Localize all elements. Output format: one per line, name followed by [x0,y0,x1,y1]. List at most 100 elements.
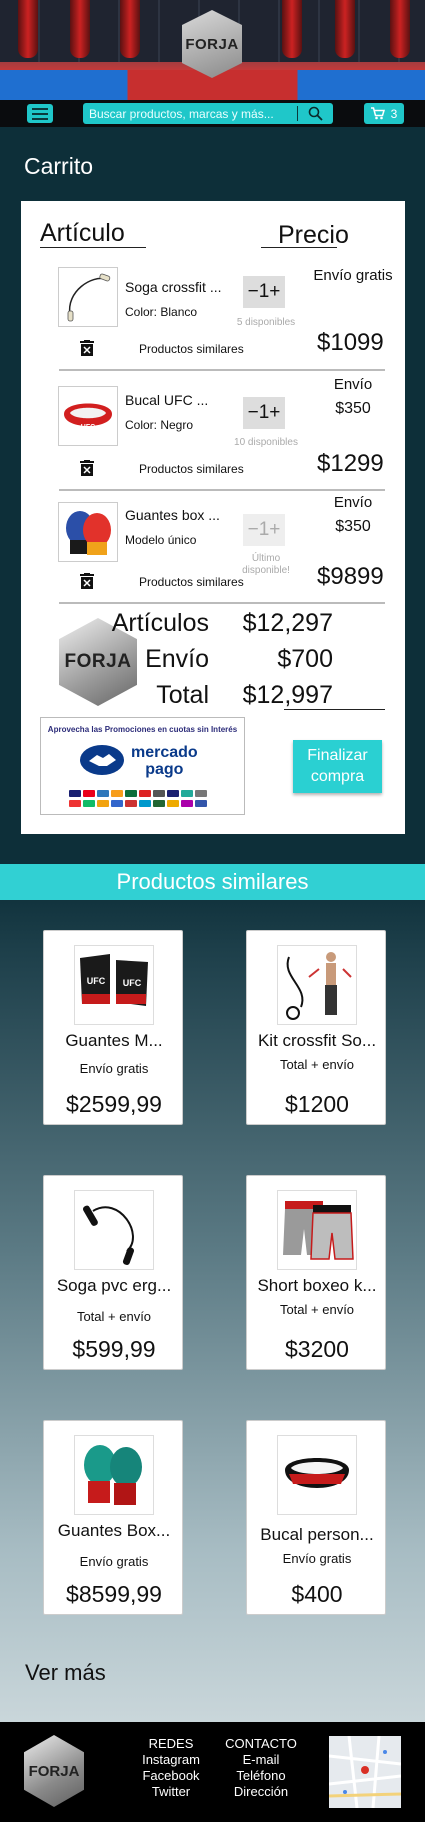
cart-item-name[interactable]: Bucal UFC ... [125,392,208,408]
qty-decrease-button: − [247,519,259,540]
product-card[interactable]: Kit crossfit So... Total + envío $1200 [246,930,386,1125]
custom-mouthguard-image [285,1458,349,1488]
qty-value: 1 [258,281,270,302]
stock-label: 10 disponibles [234,437,298,448]
similar-products-link[interactable]: Productos similares [139,575,244,589]
product-card[interactable]: Guantes Box... Envío gratis $8599,99 [43,1420,183,1615]
qty-value: 1 [258,402,270,423]
banner-punching-bag [70,0,90,58]
product-card[interactable]: Short boxeo k... Total + envío $3200 [246,1175,386,1370]
product-image [277,1190,357,1270]
shipping-total-label: Envío [145,645,209,673]
cart-item-image[interactable] [58,502,118,562]
footer-link-twitter[interactable]: Twitter [126,1784,216,1800]
qty-increase-button[interactable]: + [269,402,280,424]
trash-icon[interactable] [79,573,95,589]
mercadopago-promo[interactable]: Aprovecha las Promociones en cuotas sin … [40,717,245,815]
crossfit-kit-image [286,952,352,1020]
similar-products-link[interactable]: Productos similares [139,462,244,476]
items-total-label: Artículos [111,609,209,637]
jump-rope-image [67,273,111,322]
banner-punching-bag [390,0,410,58]
quantity-stepper: − 1 + [243,514,285,546]
footer: FORJA REDES Instagram Facebook Twitter C… [0,1722,425,1822]
see-more-link[interactable]: Ver más [25,1660,106,1686]
footer-link-email[interactable]: E-mail [216,1752,306,1768]
product-card[interactable]: Soga pvc erg... Total + envío $599,99 [43,1175,183,1370]
cart-item-price: $1299 [317,450,384,477]
footer-link-facebook[interactable]: Facebook [126,1768,216,1784]
shipping-cost: $350 [335,400,371,417]
product-name: Guantes M... [65,1031,163,1050]
product-image [277,1435,357,1515]
quantity-stepper[interactable]: − 1 + [243,397,285,429]
footer-link-address[interactable]: Dirección [216,1784,306,1800]
promo-text: Aprovecha las Promociones en cuotas sin … [47,725,238,734]
svg-text:UFC: UFC [87,976,106,986]
shipping-total-value: $700 [277,645,333,673]
cart-item-price: $1099 [317,329,384,356]
svg-text:UFC: UFC [123,978,142,988]
product-shipping: Total + envío [279,1302,355,1317]
similar-products-link[interactable]: Productos similares [139,342,244,356]
stock-label: 5 disponibles [236,317,296,328]
banner-punching-bag [282,0,302,58]
product-image [277,945,357,1025]
location-map[interactable] [329,1736,401,1808]
product-card[interactable]: UFC UFC Guantes M... Envío gratis $2599,… [43,930,183,1125]
product-name: Soga pvc erg... [56,1276,172,1295]
cart-count: 3 [390,106,398,121]
cart-item-price: $9899 [317,563,384,590]
product-shipping: Envío gratis [79,1061,149,1076]
shipping-label: Envío gratis [313,267,393,284]
search-input[interactable] [89,103,299,124]
menu-button[interactable] [27,104,53,123]
column-header-item: Artículo [40,219,125,247]
qty-increase-button[interactable]: + [269,281,280,303]
product-name: Bucal person... [260,1525,374,1544]
column-header-price: Precio [278,221,349,249]
hamburger-icon [32,107,48,110]
cart-panel: Artículo Precio Soga crossfit ... Color:… [21,201,405,834]
cart-item-image[interactable]: UFC [58,386,118,446]
grand-total-label: Total [156,681,209,709]
item-divider [59,369,385,371]
cart-button[interactable]: 3 [364,103,404,124]
mouthguard-image: UFC [64,403,112,431]
product-price: $3200 [285,1336,349,1362]
payment-cards-row [69,790,219,808]
trash-icon[interactable] [79,460,95,476]
cart-item-name[interactable]: Soga crossfit ... [125,279,221,295]
cart-item-variant: Color: Blanco [125,305,198,319]
product-image: UFC UFC [74,945,154,1025]
handshake-icon [80,745,124,775]
trash-icon[interactable] [79,340,95,356]
product-name: Short boxeo k... [257,1276,377,1295]
cart-icon [370,107,385,120]
product-image [74,1190,154,1270]
cart-item-image[interactable] [58,267,118,327]
footer-link-phone[interactable]: Teléfono [216,1768,306,1784]
footer-logo[interactable]: FORJA [24,1735,84,1807]
search-bar [83,103,333,124]
grand-total-value: $12,997 [242,681,333,709]
footer-link-instagram[interactable]: Instagram [126,1752,216,1768]
banner-punching-bag [18,0,38,58]
qty-decrease-button[interactable]: − [248,402,259,424]
items-total-value: $12,297 [242,609,333,637]
mercadopago-logo: mercado pago [131,744,198,778]
map-thumbnail [329,1736,401,1808]
product-card[interactable]: Bucal person... Envío gratis $400 [246,1420,386,1615]
product-name: Guantes Box... [57,1521,171,1540]
search-icon [308,106,323,121]
search-button[interactable] [301,104,329,123]
mma-gloves-image: UFC UFC [80,954,148,1006]
cart-item-name[interactable]: Guantes box ... [125,507,220,523]
checkout-button[interactable]: Finalizar compra [293,740,382,793]
header-banner: FORJA [0,0,425,100]
product-shipping: Envío gratis [79,1554,149,1569]
search-divider [297,106,298,121]
quantity-stepper[interactable]: − 1 + [243,276,285,308]
stock-label: Último disponible! [242,553,290,576]
qty-decrease-button[interactable]: − [248,281,259,303]
